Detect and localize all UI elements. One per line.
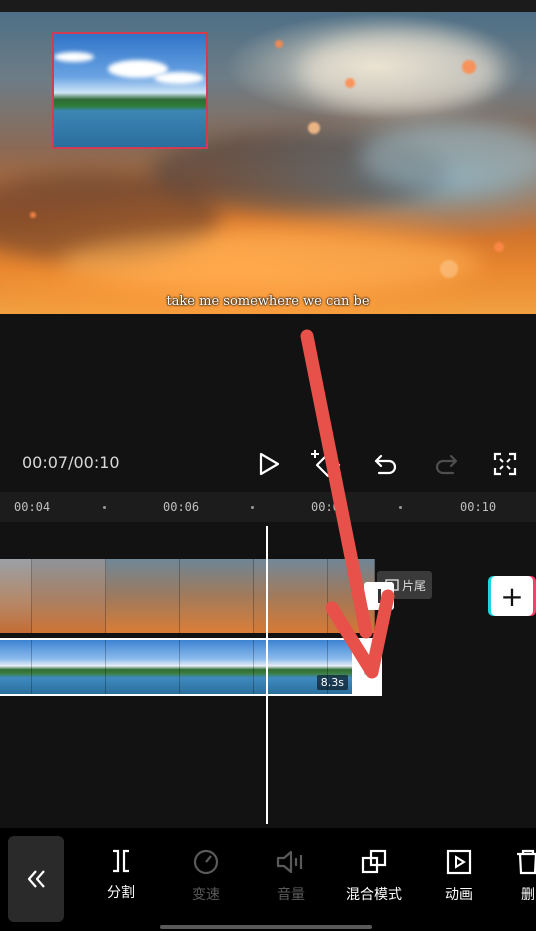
tool-label: 分割 [107,885,135,901]
tool-blend-mode[interactable]: 混合模式 [339,848,409,904]
tool-label: 动画 [445,887,473,903]
blend-mode-icon [361,849,387,874]
tool-animation[interactable]: 动画 [424,848,494,904]
annotation-arrow [300,329,395,679]
tool-label: 变速 [192,887,220,903]
animation-icon [446,849,472,875]
tool-label: 混合模式 [346,887,402,903]
delete-icon [517,849,536,875]
collapse-toolbar-button[interactable] [8,836,64,922]
split-icon [113,849,129,873]
tool-split[interactable]: 分割 [86,848,156,902]
tool-label: 删 [521,887,535,903]
volume-icon [276,850,303,874]
tool-speed[interactable]: 变速 [171,848,241,904]
double-chevron-left-icon [27,870,45,888]
tool-label: 音量 [277,887,305,903]
tool-delete[interactable]: 删 [498,848,536,904]
speed-icon [193,849,219,875]
tool-volume[interactable]: 音量 [256,848,326,904]
home-indicator [160,925,372,929]
